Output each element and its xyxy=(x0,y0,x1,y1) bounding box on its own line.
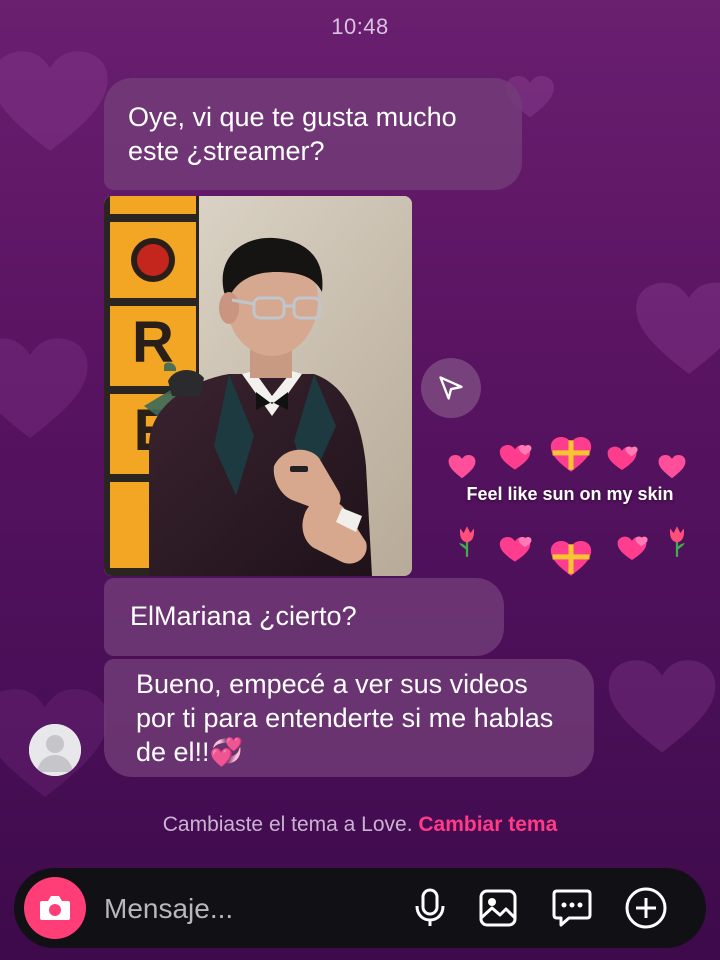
change-theme-link[interactable]: Cambiar tema xyxy=(418,813,557,836)
background-heart-icon xyxy=(636,282,720,374)
sticker-caption: Feel like sun on my skin xyxy=(466,484,674,504)
two-hearts-icon xyxy=(617,536,648,560)
love-sticker[interactable]: Feel like sun on my skin xyxy=(442,436,698,586)
heart-with-ribbon-icon xyxy=(550,436,592,472)
background-heart-icon xyxy=(0,51,108,151)
timestamp: 10:48 xyxy=(331,14,389,39)
two-hearts-icon xyxy=(607,446,638,470)
plus-icon xyxy=(625,887,667,929)
send-icon xyxy=(439,376,463,400)
background-heart-icon xyxy=(0,338,88,438)
gallery-button[interactable] xyxy=(474,884,522,932)
two-hearts-icon xyxy=(499,444,532,470)
shared-post-image[interactable]: MER xyxy=(104,196,412,576)
sticker-button[interactable] xyxy=(548,884,596,932)
share-button[interactable] xyxy=(421,358,481,418)
voice-message-button[interactable] xyxy=(406,884,454,932)
two-hearts-icon xyxy=(499,536,532,562)
add-button[interactable] xyxy=(622,884,670,932)
tulip-icon xyxy=(459,526,475,557)
theme-change-notice: Cambiaste el tema a Love. Cambiar tema xyxy=(0,813,720,837)
heart-with-ribbon-icon xyxy=(550,540,592,576)
tulip-icon xyxy=(669,526,685,557)
sticker-chat-icon xyxy=(552,889,592,927)
pink-heart-icon xyxy=(658,454,686,479)
message-input[interactable] xyxy=(102,888,386,930)
microphone-icon xyxy=(415,888,445,926)
message-bubble[interactable]: ElMariana ¿cierto? xyxy=(104,578,504,656)
avatar[interactable] xyxy=(29,724,81,776)
gallery-icon xyxy=(479,889,517,927)
avatar-icon xyxy=(29,724,81,776)
camera-button[interactable] xyxy=(24,877,86,939)
background-heart-icon xyxy=(608,660,716,753)
message-bubble[interactable]: Oye, vi que te gusta mucho este ¿streame… xyxy=(104,78,522,190)
camera-icon xyxy=(40,896,70,920)
pink-heart-icon xyxy=(448,454,476,479)
theme-change-text: Cambiaste el tema a Love. xyxy=(162,813,413,836)
message-bubble[interactable]: Bueno, empecé a ver sus videos por ti pa… xyxy=(104,659,594,777)
message-composer xyxy=(14,868,706,948)
photo-of-man-in-tuxedo: MER xyxy=(104,196,412,576)
